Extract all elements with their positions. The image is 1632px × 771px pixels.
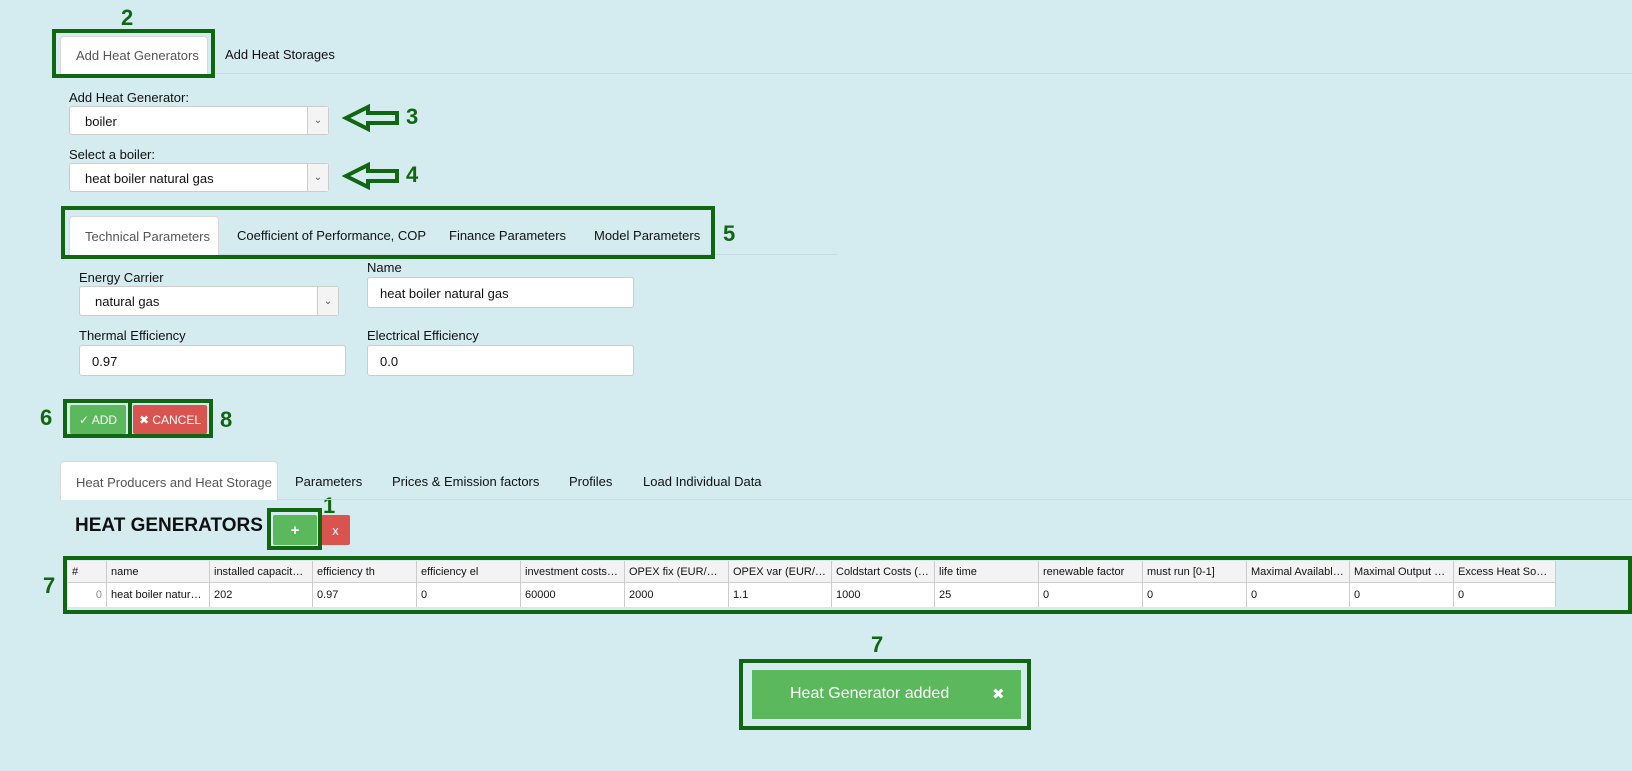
energy-carrier-select-value: natural gas <box>95 294 160 309</box>
heat-generator-select[interactable]: boiler ⌄ <box>69 106 329 135</box>
remove-generator-button[interactable]: x <box>321 515 350 545</box>
thermal-efficiency-label: Thermal Efficiency <box>79 328 186 343</box>
annotation-2: 2 <box>121 5 134 30</box>
annotation-3: 3 <box>406 104 419 129</box>
energy-carrier-select[interactable]: natural gas ⌄ <box>79 286 339 316</box>
annotation-8: 8 <box>220 407 233 432</box>
arrow-left-icon <box>342 104 399 132</box>
annotation-7-toast: 7 <box>871 632 884 657</box>
arrow-left-icon <box>342 162 399 190</box>
tab-add-heat-storages[interactable]: Add Heat Storages <box>225 47 335 62</box>
add-heat-generator-label: Add Heat Generator: <box>69 90 189 105</box>
tab-load-individual-data[interactable]: Load Individual Data <box>643 474 762 489</box>
annotation-box-1 <box>267 508 322 550</box>
energy-carrier-label: Energy Carrier <box>79 270 164 285</box>
tab-profiles[interactable]: Profiles <box>569 474 612 489</box>
boiler-select[interactable]: heat boiler natural gas ⌄ <box>69 163 329 192</box>
chevron-down-icon: ⌄ <box>317 287 338 315</box>
heat-generator-select-value: boiler <box>85 114 117 129</box>
annotation-box-5 <box>61 206 715 259</box>
name-field[interactable]: heat boiler natural gas <box>367 277 634 308</box>
annotation-6: 6 <box>40 405 53 430</box>
select-boiler-label: Select a boiler: <box>69 147 155 162</box>
name-label: Name <box>367 260 402 275</box>
annotation-7-table: 7 <box>43 573 56 598</box>
annotation-box-6 <box>63 399 132 438</box>
annotation-5: 5 <box>723 221 736 246</box>
annotation-box-2 <box>52 29 215 78</box>
thermal-efficiency-field[interactable]: 0.97 <box>79 345 346 376</box>
chevron-down-icon: ⌄ <box>307 107 328 134</box>
tab-parameters[interactable]: Parameters <box>295 474 362 489</box>
annotation-4: 4 <box>406 162 419 187</box>
electrical-efficiency-field[interactable]: 0.0 <box>367 345 634 376</box>
tab-prices-emission[interactable]: Prices & Emission factors <box>392 474 539 489</box>
annotation-box-7-toast <box>739 659 1031 730</box>
heat-generators-title: HEAT GENERATORS <box>75 515 263 536</box>
tab-heat-producers[interactable]: Heat Producers and Heat Storage <box>60 461 278 500</box>
boiler-select-value: heat boiler natural gas <box>85 171 214 186</box>
annotation-box-8 <box>128 399 213 438</box>
annotation-box-7-table <box>63 556 1632 614</box>
chevron-down-icon: ⌄ <box>307 164 328 191</box>
electrical-efficiency-label: Electrical Efficiency <box>367 328 479 343</box>
